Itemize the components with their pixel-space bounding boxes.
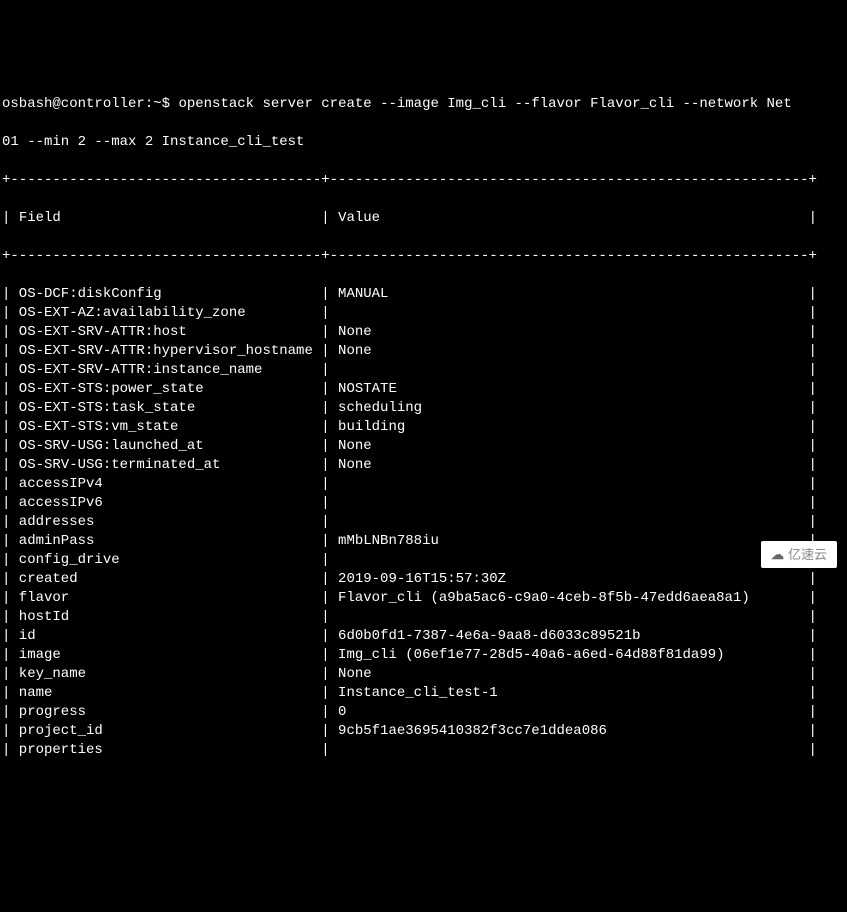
table-row: | OS-EXT-STS:power_state | NOSTATE |	[0, 380, 847, 399]
header-field: Field	[19, 210, 61, 226]
table-row: | addresses | |	[0, 513, 847, 532]
table-row: | progress | 0 |	[0, 703, 847, 722]
command-prompt-line2: 01 --min 2 --max 2 Instance_cli_test	[0, 133, 847, 152]
command-prompt-line1: osbash@controller:~$ openstack server cr…	[0, 95, 847, 114]
table-row: | config_drive | |	[0, 551, 847, 570]
command-text-2: 01 --min 2 --max 2 Instance_cli_test	[2, 134, 304, 150]
table-row: | hostId | |	[0, 608, 847, 627]
command-text-1: openstack server create --image Img_cli …	[178, 96, 791, 112]
table-row: | OS-EXT-STS:vm_state | building |	[0, 418, 847, 437]
table-row: | OS-SRV-USG:terminated_at | None |	[0, 456, 847, 475]
watermark-badge: ☁ 亿速云	[761, 541, 837, 568]
table-row: | OS-EXT-SRV-ATTR:host | None |	[0, 323, 847, 342]
table-row: | OS-EXT-SRV-ATTR:instance_name | |	[0, 361, 847, 380]
table-row: | adminPass | mMbLNBn788iu |	[0, 532, 847, 551]
table-row: | accessIPv6 | |	[0, 494, 847, 513]
table-header-row: | Field | Value |	[0, 209, 847, 228]
table-border-top: +-------------------------------------+-…	[0, 171, 847, 190]
table-border-mid: +-------------------------------------+-…	[0, 247, 847, 266]
table-row: | accessIPv4 | |	[0, 475, 847, 494]
table-row: | flavor | Flavor_cli (a9ba5ac6-c9a0-4ce…	[0, 589, 847, 608]
table-row: | project_id | 9cb5f1ae3695410382f3cc7e1…	[0, 722, 847, 741]
table-row: | OS-DCF:diskConfig | MANUAL |	[0, 285, 847, 304]
header-value: Value	[338, 210, 380, 226]
table-row: | OS-EXT-SRV-ATTR:hypervisor_hostname | …	[0, 342, 847, 361]
table-row: | OS-EXT-AZ:availability_zone | |	[0, 304, 847, 323]
table-row: | image | Img_cli (06ef1e77-28d5-40a6-a6…	[0, 646, 847, 665]
table-row: | OS-SRV-USG:launched_at | None |	[0, 437, 847, 456]
table-row: | name | Instance_cli_test-1 |	[0, 684, 847, 703]
terminal-output: osbash@controller:~$ openstack server cr…	[0, 76, 847, 779]
prompt-user-host: osbash@controller:~$	[2, 96, 170, 112]
watermark-text: 亿速云	[788, 545, 827, 564]
table-row: | id | 6d0b0fd1-7387-4e6a-9aa8-d6033c895…	[0, 627, 847, 646]
table-row: | key_name | None |	[0, 665, 847, 684]
table-row: | OS-EXT-STS:task_state | scheduling |	[0, 399, 847, 418]
cloud-icon: ☁	[771, 545, 784, 564]
table-row: | properties | |	[0, 741, 847, 760]
table-row: | created | 2019-09-16T15:57:30Z |	[0, 570, 847, 589]
